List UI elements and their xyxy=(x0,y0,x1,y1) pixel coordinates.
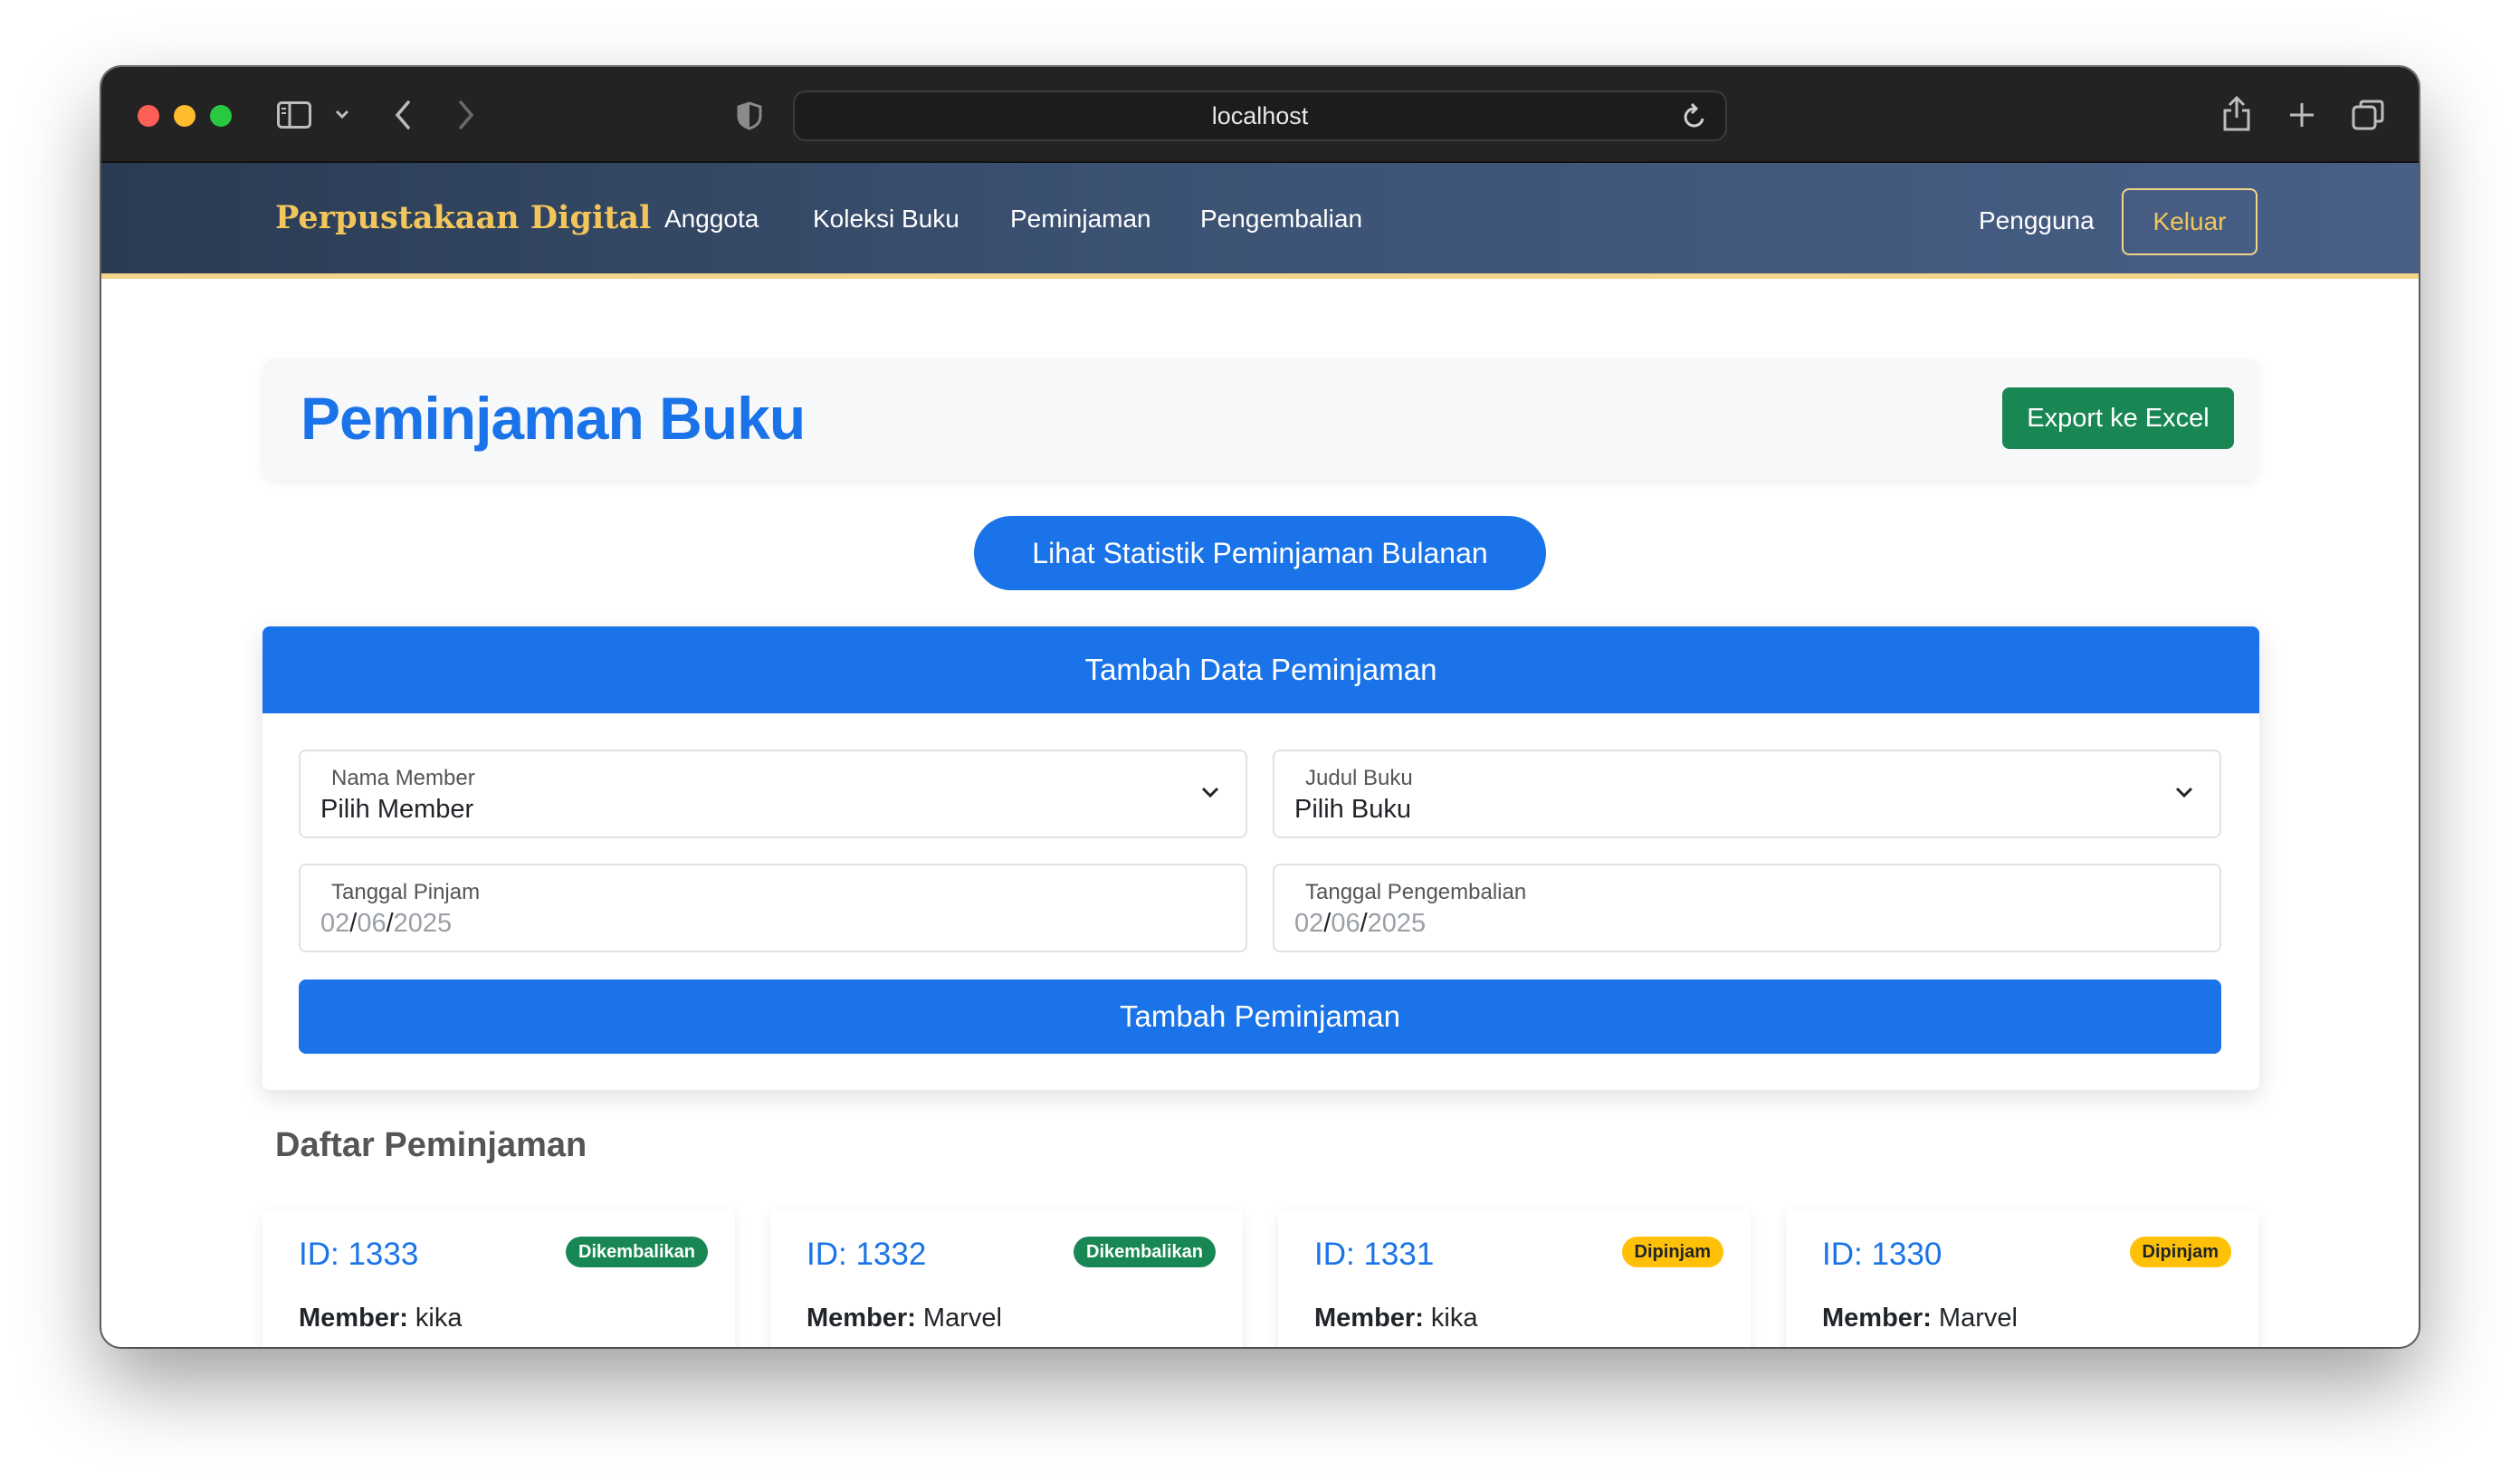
loan-card[interactable]: ID: 1331 Dipinjam Member: kika xyxy=(1278,1209,1751,1347)
privacy-shield-icon[interactable] xyxy=(737,101,762,130)
status-badge: Dikembalikan xyxy=(566,1237,708,1267)
share-icon[interactable] xyxy=(2221,94,2252,132)
loan-id: ID: 1333 xyxy=(299,1237,419,1272)
page-title: Peminjaman Buku xyxy=(301,385,806,452)
tab-overview-icon[interactable] xyxy=(2352,100,2384,130)
loan-member: Member: Marvel xyxy=(1822,1304,2018,1333)
page-header-card: Peminjaman Buku Export ke Excel xyxy=(262,358,2259,480)
loan-card[interactable]: ID: 1332 Dikembalikan Member: Marvel xyxy=(770,1209,1243,1347)
brand-logo[interactable]: Perpustakaan Digital xyxy=(275,199,651,236)
chevron-down-icon xyxy=(1200,786,1220,803)
nav-link-anggota[interactable]: Anggota xyxy=(664,205,759,234)
status-badge: Dipinjam xyxy=(1621,1237,1723,1267)
add-loan-form-card: Tambah Data Peminjaman Nama Member Pilih… xyxy=(262,626,2259,1090)
reload-icon[interactable] xyxy=(1682,102,1707,137)
maximize-window-button[interactable] xyxy=(210,105,232,127)
loan-date-field[interactable]: Tanggal Pinjam 02/06/2025 xyxy=(299,864,1247,952)
loan-date-value: 02/06/2025 xyxy=(320,909,453,938)
loan-member: Member: kika xyxy=(1314,1304,1478,1333)
loan-id: ID: 1332 xyxy=(807,1237,927,1272)
loan-card[interactable]: ID: 1333 Dikembalikan Member: kika xyxy=(262,1209,735,1347)
monthly-stats-button[interactable]: Lihat Statistik Peminjaman Bulanan xyxy=(974,516,1546,590)
address-bar[interactable]: localhost xyxy=(793,91,1727,141)
form-title: Tambah Data Peminjaman xyxy=(262,626,2259,713)
sidebar-icon[interactable] xyxy=(277,101,311,129)
status-badge: Dipinjam xyxy=(2129,1237,2231,1267)
add-loan-button[interactable]: Tambah Peminjaman xyxy=(299,979,2221,1054)
loan-id: ID: 1330 xyxy=(1822,1237,1942,1272)
logout-button[interactable]: Keluar xyxy=(2122,188,2258,255)
app-navbar: Perpustakaan Digital Anggota Koleksi Buk… xyxy=(101,163,2419,279)
nav-link-peminjaman[interactable]: Peminjaman xyxy=(1010,205,1151,234)
return-date-label: Tanggal Pengembalian xyxy=(1305,880,1527,904)
book-select-value: Pilih Buku xyxy=(1294,795,1411,824)
loan-card[interactable]: ID: 1330 Dipinjam Member: Marvel xyxy=(1786,1209,2258,1347)
book-select-label: Judul Buku xyxy=(1305,766,1413,790)
loan-list-title: Daftar Peminjaman xyxy=(275,1126,587,1164)
back-icon[interactable] xyxy=(393,100,413,130)
loan-id: ID: 1331 xyxy=(1314,1237,1435,1272)
loan-member: Member: Marvel xyxy=(807,1304,1002,1333)
member-select-label: Nama Member xyxy=(331,766,475,790)
return-date-value: 02/06/2025 xyxy=(1294,909,1427,938)
browser-window: localhost Perpustakaan Digital Anggota K… xyxy=(101,67,2419,1347)
close-window-button[interactable] xyxy=(138,105,159,127)
member-select[interactable]: Nama Member Pilih Member xyxy=(299,750,1247,838)
new-tab-icon[interactable] xyxy=(2288,101,2315,129)
book-select[interactable]: Judul Buku Pilih Buku xyxy=(1273,750,2221,838)
nav-link-koleksi-buku[interactable]: Koleksi Buku xyxy=(813,205,959,234)
browser-toolbar: localhost xyxy=(101,67,2419,163)
loan-date-label: Tanggal Pinjam xyxy=(331,880,481,904)
minimize-window-button[interactable] xyxy=(174,105,196,127)
status-badge: Dikembalikan xyxy=(1074,1237,1216,1267)
return-date-field[interactable]: Tanggal Pengembalian 02/06/2025 xyxy=(1273,864,2221,952)
user-label: Pengguna xyxy=(1979,206,2095,234)
chevron-down-icon xyxy=(2174,786,2194,803)
nav-link-pengembalian[interactable]: Pengembalian xyxy=(1200,205,1362,234)
forward-icon[interactable] xyxy=(456,100,476,130)
url-text: localhost xyxy=(1211,101,1309,129)
member-select-value: Pilih Member xyxy=(320,795,474,824)
chevron-down-icon[interactable] xyxy=(335,109,349,119)
loan-member: Member: kika xyxy=(299,1304,463,1333)
export-excel-button[interactable]: Export ke Excel xyxy=(2002,387,2234,449)
